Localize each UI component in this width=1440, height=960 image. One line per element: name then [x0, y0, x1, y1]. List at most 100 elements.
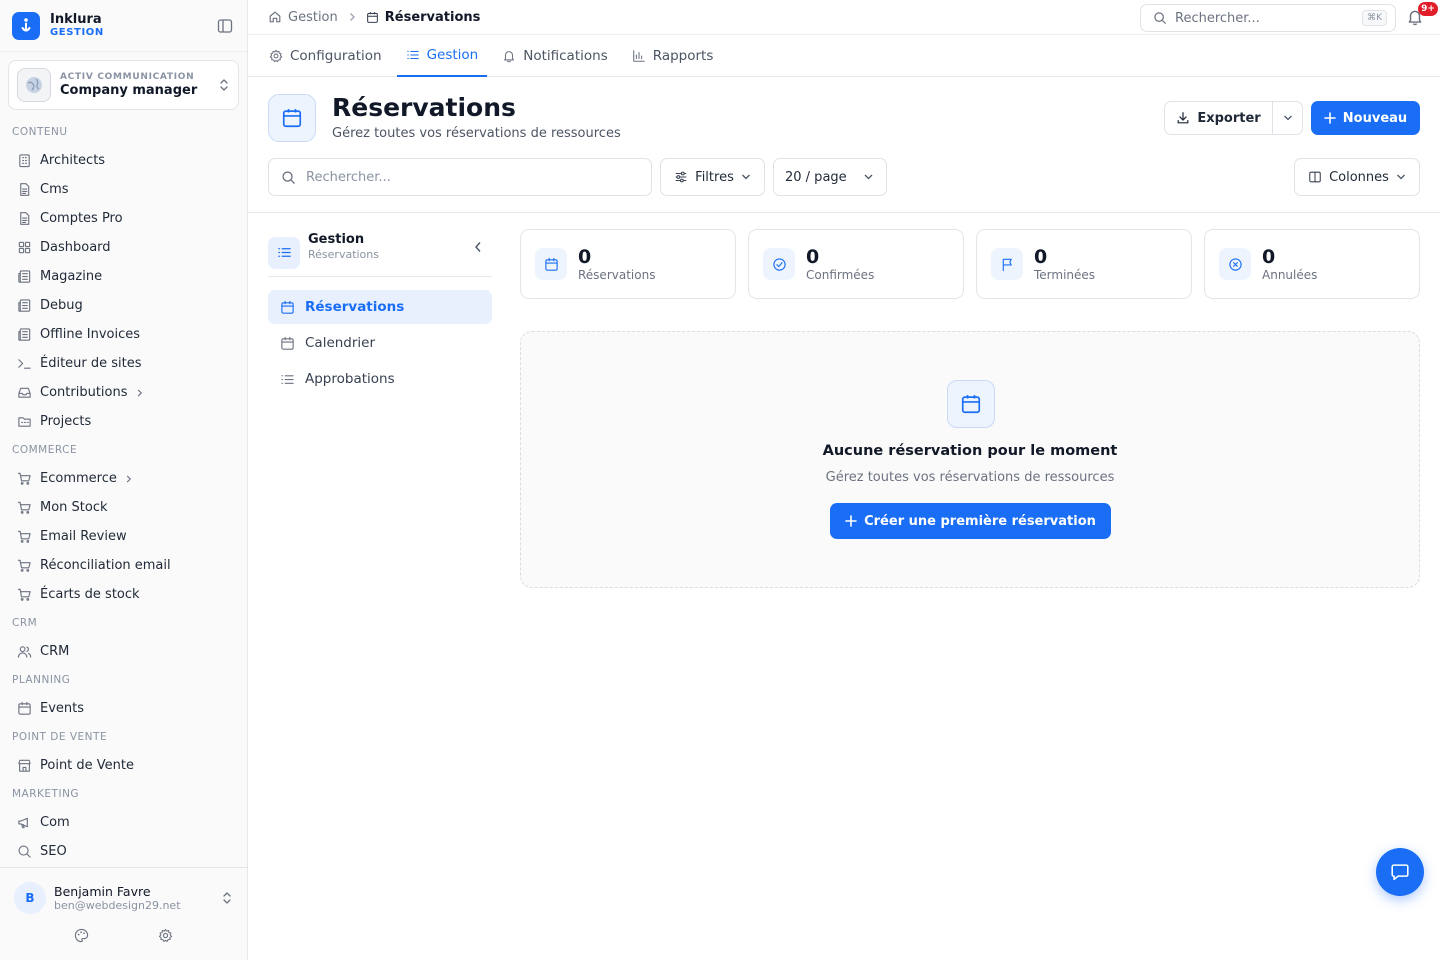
subnav-list: Réservations Calendrier Approbations: [268, 290, 492, 398]
notifications-button[interactable]: 9+: [1406, 2, 1438, 26]
subnav-item-approbations[interactable]: Approbations: [268, 362, 492, 396]
search-icon: [1153, 11, 1167, 25]
sidebar-section-title: POINT DE VENTE: [12, 731, 108, 743]
sidebar-nav: CONTENU Architects Cms Comptes Pro Dashboard…: [0, 118, 247, 867]
subnav-subtitle: Réservations: [308, 247, 379, 261]
export-dropdown-button[interactable]: [1273, 102, 1302, 134]
chat-button[interactable]: [1376, 848, 1424, 896]
sidebar-item-ecarts-de-stock[interactable]: Écarts de stock: [0, 580, 247, 609]
sidebar-item-label: Mon Stock: [40, 500, 108, 515]
empty-state-subtitle: Gérez toutes vos réservations de ressour…: [825, 470, 1115, 485]
sidebar-item-label: Architects: [40, 153, 106, 168]
gear-icon[interactable]: [158, 928, 173, 943]
tab-gestion[interactable]: Gestion: [396, 35, 488, 77]
check-circle-icon: [763, 248, 795, 280]
page-subtitle: Gérez toutes vos réservations de ressour…: [332, 126, 621, 141]
sidebar-item-label: Comptes Pro: [40, 211, 123, 226]
divider: [248, 212, 1440, 213]
global-search-input[interactable]: Rechercher... ⌘K: [1140, 4, 1396, 32]
calendar-icon: [947, 380, 995, 428]
user-name: Benjamin Favre: [54, 883, 151, 899]
sidebar-item-label: Email Review: [40, 529, 127, 544]
calendar-icon: [535, 248, 567, 280]
bar-chart-icon: [632, 49, 646, 63]
sidebar-item-comptes-pro[interactable]: Comptes Pro: [0, 204, 247, 233]
columns-label: Colonnes: [1329, 169, 1389, 185]
breadcrumb: Gestion Réservations: [268, 10, 480, 25]
sidebar-item-contributions[interactable]: Contributions: [0, 378, 247, 407]
stat-label: Terminées: [1034, 267, 1096, 282]
sidebar-item-label: Contributions: [40, 385, 128, 400]
sidebar-item-mon-stock[interactable]: Mon Stock: [0, 493, 247, 522]
tab-rapports[interactable]: Rapports: [623, 35, 723, 77]
stat-label: Réservations: [578, 267, 656, 282]
stat-card-terminees: 0 Terminées: [976, 229, 1192, 299]
bell-icon: [502, 49, 516, 63]
chevron-right-icon: [136, 388, 143, 398]
building-icon: [16, 153, 32, 169]
sidebar-section-title: MARKETING: [12, 788, 80, 800]
export-button-group: Exporter: [1164, 101, 1303, 135]
chevron-right-icon: [125, 474, 132, 484]
page-calendar-icon: [268, 94, 316, 142]
sidebar-item-label: Offline Invoices: [40, 327, 141, 342]
company-switcher[interactable]: ACTIV COMMUNICATION Company manager: [8, 60, 239, 110]
sidebar-item-com[interactable]: Com: [0, 808, 247, 837]
sidebar-item-projects[interactable]: Projects: [0, 407, 247, 436]
breadcrumb-home[interactable]: Gestion: [288, 10, 338, 25]
chevrons-updown-icon: [218, 78, 230, 92]
tab-configuration[interactable]: Configuration: [260, 35, 391, 77]
tab-notifications[interactable]: Notifications: [493, 35, 617, 77]
columns-button[interactable]: Colonnes: [1294, 158, 1420, 196]
create-first-reservation-button[interactable]: Créer une première réservation: [830, 503, 1111, 539]
tab-label: Rapports: [652, 48, 714, 64]
sidebar-item-crm[interactable]: CRM: [0, 637, 247, 666]
sidebar-toggle-icon[interactable]: [215, 16, 235, 36]
brand-name: Inklura: [50, 12, 102, 27]
chevron-right-icon: [348, 12, 356, 22]
inbox-icon: [16, 385, 32, 401]
brand-logo-icon: [12, 11, 40, 40]
sidebar-item-debug[interactable]: Debug: [0, 291, 247, 320]
sidebar-item-editeur-de-sites[interactable]: Éditeur de sites: [0, 349, 247, 378]
sidebar-item-ecommerce[interactable]: Ecommerce: [0, 464, 247, 493]
chevron-down-icon: [741, 173, 751, 181]
export-label: Exporter: [1197, 110, 1261, 126]
users-icon: [16, 644, 32, 660]
subnav-item-reservations[interactable]: Réservations: [268, 290, 492, 324]
sidebar-item-seo[interactable]: SEO: [0, 837, 247, 866]
sidebar-item-point-de-vente[interactable]: Point de Vente: [0, 751, 247, 780]
sidebar-section-title: PLANNING: [12, 674, 71, 686]
new-button[interactable]: Nouveau: [1311, 101, 1420, 135]
subnav-item-label: Approbations: [305, 371, 395, 387]
export-button[interactable]: Exporter: [1165, 102, 1273, 134]
user-menu[interactable]: B Benjamin Favre ben@webdesign29.net: [0, 868, 247, 914]
sidebar-item-architects[interactable]: Architects: [0, 146, 247, 175]
sidebar-item-email-review[interactable]: Email Review: [0, 522, 247, 551]
list-icon: [280, 372, 295, 387]
filters-button[interactable]: Filtres: [660, 158, 765, 196]
newspaper-icon: [16, 298, 32, 314]
subnav-item-calendrier[interactable]: Calendrier: [268, 326, 492, 360]
file-icon: [16, 182, 32, 198]
stat-card-reservations: 0 Réservations: [520, 229, 736, 299]
stat-card-annulees: 0 Annulées: [1204, 229, 1420, 299]
sidebar-item-offline-invoices[interactable]: Offline Invoices: [0, 320, 247, 349]
newspaper-icon: [16, 269, 32, 285]
empty-state-title: Aucune réservation pour le moment: [822, 443, 1118, 459]
sidebar-item-reconciliation-email[interactable]: Réconciliation email: [0, 551, 247, 580]
per-page-select[interactable]: 20 / page: [773, 158, 887, 196]
sidebar-item-magazine[interactable]: Magazine: [0, 262, 247, 291]
chevron-left-icon[interactable]: [474, 241, 482, 253]
sidebar-item-dashboard[interactable]: Dashboard: [0, 233, 247, 262]
search-input[interactable]: Rechercher...: [268, 158, 652, 196]
sidebar-item-label: Éditeur de sites: [40, 356, 142, 371]
sidebar-item-cms[interactable]: Cms: [0, 175, 247, 204]
brand-subtitle: GESTION: [50, 27, 104, 38]
company-role: Company manager: [60, 83, 198, 98]
plus-icon: [1323, 112, 1336, 124]
sidebar-item-events[interactable]: Events: [0, 694, 247, 723]
brand-header: Inklura GESTION: [0, 0, 247, 52]
terminal-icon: [16, 356, 32, 372]
palette-icon[interactable]: [74, 928, 89, 943]
